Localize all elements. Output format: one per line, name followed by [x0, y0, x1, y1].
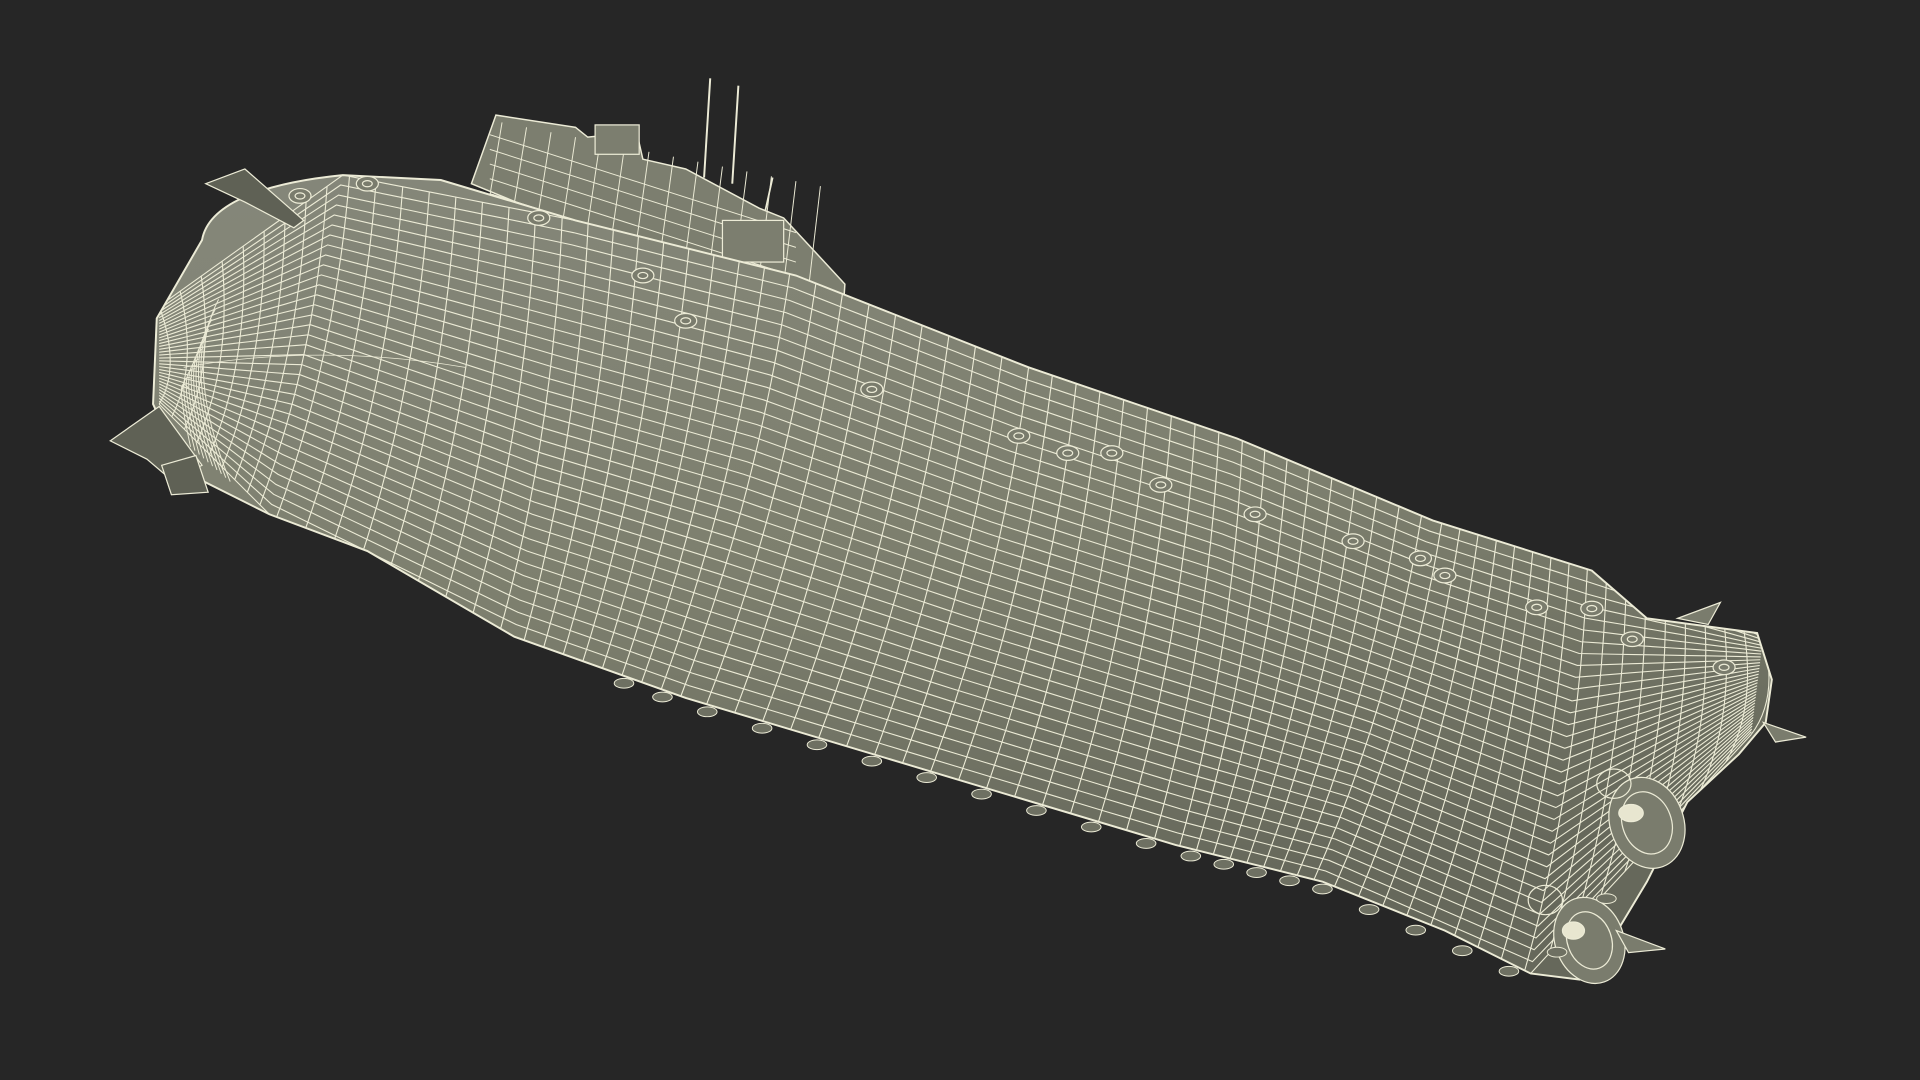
render-viewport	[0, 0, 1920, 1080]
wireframe-scene	[0, 0, 1920, 1080]
